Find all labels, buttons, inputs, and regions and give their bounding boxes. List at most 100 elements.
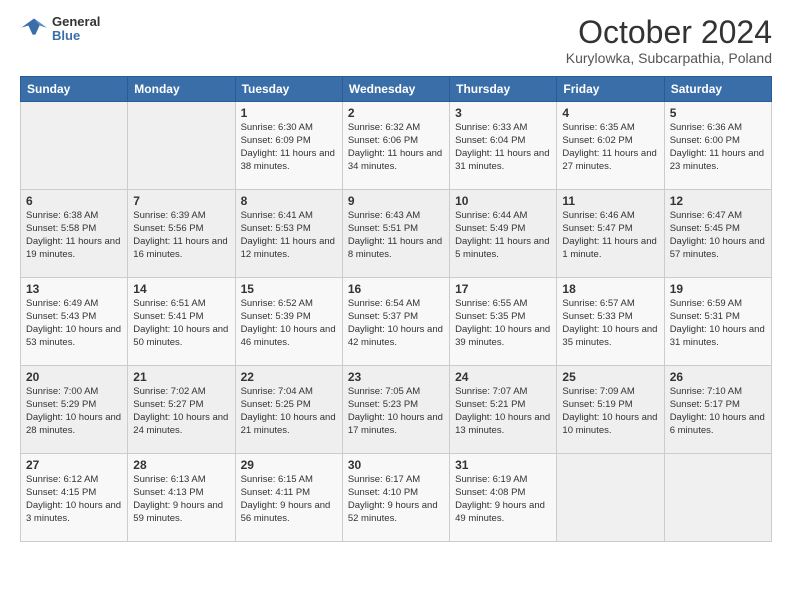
day-number: 24 xyxy=(455,370,551,384)
day-info: Sunrise: 6:54 AMSunset: 5:37 PMDaylight:… xyxy=(348,298,444,349)
day-number: 19 xyxy=(670,282,766,296)
calendar-cell: 24Sunrise: 7:07 AMSunset: 5:21 PMDayligh… xyxy=(450,366,557,454)
calendar-cell: 29 Sunrise: 6:15 AMSunset: 4:11 PMDayligh… xyxy=(235,454,342,542)
calendar-cell xyxy=(664,454,771,542)
day-info: Sunrise: 6:13 AMSunset: 4:13 PMDaylight:… xyxy=(133,474,229,525)
calendar-cell: 13 Sunrise: 6:49 AMSunset: 5:43 PMDayligh… xyxy=(21,278,128,366)
calendar-cell xyxy=(557,454,664,542)
day-info: Sunrise: 7:00 AMSunset: 5:29 PMDaylight:… xyxy=(26,386,122,437)
calendar-cell: 11 Sunrise: 6:46 AMSunset: 5:47 PMDayligh… xyxy=(557,190,664,278)
calendar-week-row: 1Sunrise: 6:30 AMSunset: 6:09 PMDaylight… xyxy=(21,102,772,190)
day-info: Sunrise: 6:39 AMSunset: 5:56 PMDaylight:… xyxy=(133,210,229,261)
logo-text: General Blue xyxy=(52,15,100,44)
day-info: Sunrise: 6:12 AMSunset: 4:15 PMDaylight:… xyxy=(26,474,122,525)
calendar-cell: 1Sunrise: 6:30 AMSunset: 6:09 PMDaylight… xyxy=(235,102,342,190)
weekday-header-thursday: Thursday xyxy=(450,77,557,102)
day-number: 4 xyxy=(562,106,658,120)
calendar-header: SundayMondayTuesdayWednesdayThursdayFrid… xyxy=(21,77,772,102)
day-info: Sunrise: 6:57 AMSunset: 5:33 PMDaylight:… xyxy=(562,298,658,349)
calendar-cell: 5Sunrise: 6:36 AMSunset: 6:00 PMDaylight… xyxy=(664,102,771,190)
day-info: Sunrise: 6:43 AMSunset: 5:51 PMDaylight:… xyxy=(348,210,444,261)
day-number: 26 xyxy=(670,370,766,384)
day-number: 23 xyxy=(348,370,444,384)
weekday-header-sunday: Sunday xyxy=(21,77,128,102)
weekday-header-row: SundayMondayTuesdayWednesdayThursdayFrid… xyxy=(21,77,772,102)
day-info: Sunrise: 6:52 AMSunset: 5:39 PMDaylight:… xyxy=(241,298,337,349)
calendar-cell: 3 Sunrise: 6:33 AMSunset: 6:04 PMDaylight… xyxy=(450,102,557,190)
calendar-cell: 28 Sunrise: 6:13 AMSunset: 4:13 PMDayligh… xyxy=(128,454,235,542)
day-info: Sunrise: 6:55 AMSunset: 5:35 PMDaylight:… xyxy=(455,298,551,349)
day-number: 25 xyxy=(562,370,658,384)
day-number: 11 xyxy=(562,194,658,208)
day-info: Sunrise: 7:02 AMSunset: 5:27 PMDaylight:… xyxy=(133,386,229,437)
calendar-cell: 10Sunrise: 6:44 AMSunset: 5:49 PMDayligh… xyxy=(450,190,557,278)
day-info: Sunrise: 6:33 AMSunset: 6:04 PMDaylight:… xyxy=(455,122,551,173)
calendar-cell: 23 Sunrise: 7:05 AMSunset: 5:23 PMDayligh… xyxy=(342,366,449,454)
calendar-cell: 16Sunrise: 6:54 AMSunset: 5:37 PMDayligh… xyxy=(342,278,449,366)
day-info: Sunrise: 6:15 AMSunset: 4:11 PMDaylight:… xyxy=(241,474,337,525)
day-number: 20 xyxy=(26,370,122,384)
day-number: 2 xyxy=(348,106,444,120)
calendar-cell: 18Sunrise: 6:57 AMSunset: 5:33 PMDayligh… xyxy=(557,278,664,366)
day-info: Sunrise: 6:47 AMSunset: 5:45 PMDaylight:… xyxy=(670,210,766,261)
calendar-cell: 17 Sunrise: 6:55 AMSunset: 5:35 PMDayligh… xyxy=(450,278,557,366)
day-number: 27 xyxy=(26,458,122,472)
calendar-table: SundayMondayTuesdayWednesdayThursdayFrid… xyxy=(20,76,772,542)
weekday-header-wednesday: Wednesday xyxy=(342,77,449,102)
weekday-header-tuesday: Tuesday xyxy=(235,77,342,102)
calendar-cell: 30 Sunrise: 6:17 AMSunset: 4:10 PMDayligh… xyxy=(342,454,449,542)
calendar-cell: 2 Sunrise: 6:32 AMSunset: 6:06 PMDaylight… xyxy=(342,102,449,190)
day-info: Sunrise: 7:04 AMSunset: 5:25 PMDaylight:… xyxy=(241,386,337,437)
calendar-cell: 22 Sunrise: 7:04 AMSunset: 5:25 PMDayligh… xyxy=(235,366,342,454)
day-info: Sunrise: 7:05 AMSunset: 5:23 PMDaylight:… xyxy=(348,386,444,437)
day-info: Sunrise: 6:51 AMSunset: 5:41 PMDaylight:… xyxy=(133,298,229,349)
day-number: 21 xyxy=(133,370,229,384)
calendar-cell: 27 Sunrise: 6:12 AMSunset: 4:15 PMDayligh… xyxy=(21,454,128,542)
calendar-cell: 14 Sunrise: 6:51 AMSunset: 5:41 PMDayligh… xyxy=(128,278,235,366)
day-info: Sunrise: 6:38 AMSunset: 5:58 PMDaylight:… xyxy=(26,210,122,261)
day-info: Sunrise: 6:19 AMSunset: 4:08 PMDaylight:… xyxy=(455,474,551,525)
page-subtitle: Kurylowka, Subcarpathia, Poland xyxy=(566,50,772,66)
day-info: Sunrise: 6:30 AMSunset: 6:09 PMDaylight:… xyxy=(241,122,337,173)
day-number: 3 xyxy=(455,106,551,120)
day-info: Sunrise: 7:10 AMSunset: 5:17 PMDaylight:… xyxy=(670,386,766,437)
calendar-cell: 31 Sunrise: 6:19 AMSunset: 4:08 PMDayligh… xyxy=(450,454,557,542)
calendar-week-row: 20 Sunrise: 7:00 AMSunset: 5:29 PMDayligh… xyxy=(21,366,772,454)
page-title: October 2024 xyxy=(566,15,772,50)
day-number: 22 xyxy=(241,370,337,384)
day-info: Sunrise: 6:17 AMSunset: 4:10 PMDaylight:… xyxy=(348,474,444,525)
header: General Blue October 2024 Kurylowka, Sub… xyxy=(20,15,772,66)
day-number: 14 xyxy=(133,282,229,296)
calendar-cell: 21 Sunrise: 7:02 AMSunset: 5:27 PMDayligh… xyxy=(128,366,235,454)
day-number: 12 xyxy=(670,194,766,208)
calendar-week-row: 13 Sunrise: 6:49 AMSunset: 5:43 PMDayligh… xyxy=(21,278,772,366)
calendar-cell: 15Sunrise: 6:52 AMSunset: 5:39 PMDayligh… xyxy=(235,278,342,366)
logo: General Blue xyxy=(20,15,100,44)
day-info: Sunrise: 6:46 AMSunset: 5:47 PMDaylight:… xyxy=(562,210,658,261)
day-info: Sunrise: 7:09 AMSunset: 5:19 PMDaylight:… xyxy=(562,386,658,437)
day-number: 7 xyxy=(133,194,229,208)
calendar-cell xyxy=(21,102,128,190)
calendar-cell: 26 Sunrise: 7:10 AMSunset: 5:17 PMDayligh… xyxy=(664,366,771,454)
day-number: 28 xyxy=(133,458,229,472)
weekday-header-monday: Monday xyxy=(128,77,235,102)
day-number: 30 xyxy=(348,458,444,472)
calendar-cell: 20 Sunrise: 7:00 AMSunset: 5:29 PMDayligh… xyxy=(21,366,128,454)
calendar-cell: 7 Sunrise: 6:39 AMSunset: 5:56 PMDaylight… xyxy=(128,190,235,278)
calendar-body: 1Sunrise: 6:30 AMSunset: 6:09 PMDaylight… xyxy=(21,102,772,542)
calendar-cell xyxy=(128,102,235,190)
day-info: Sunrise: 6:36 AMSunset: 6:00 PMDaylight:… xyxy=(670,122,766,173)
day-number: 31 xyxy=(455,458,551,472)
logo-blue: Blue xyxy=(52,29,100,43)
day-number: 29 xyxy=(241,458,337,472)
day-info: Sunrise: 6:59 AMSunset: 5:31 PMDaylight:… xyxy=(670,298,766,349)
calendar-cell: 19 Sunrise: 6:59 AMSunset: 5:31 PMDayligh… xyxy=(664,278,771,366)
day-number: 17 xyxy=(455,282,551,296)
calendar-cell: 25 Sunrise: 7:09 AMSunset: 5:19 PMDayligh… xyxy=(557,366,664,454)
weekday-header-friday: Friday xyxy=(557,77,664,102)
day-info: Sunrise: 6:32 AMSunset: 6:06 PMDaylight:… xyxy=(348,122,444,173)
title-block: October 2024 Kurylowka, Subcarpathia, Po… xyxy=(566,15,772,66)
day-number: 13 xyxy=(26,282,122,296)
day-info: Sunrise: 6:49 AMSunset: 5:43 PMDaylight:… xyxy=(26,298,122,349)
calendar-cell: 4Sunrise: 6:35 AMSunset: 6:02 PMDaylight… xyxy=(557,102,664,190)
